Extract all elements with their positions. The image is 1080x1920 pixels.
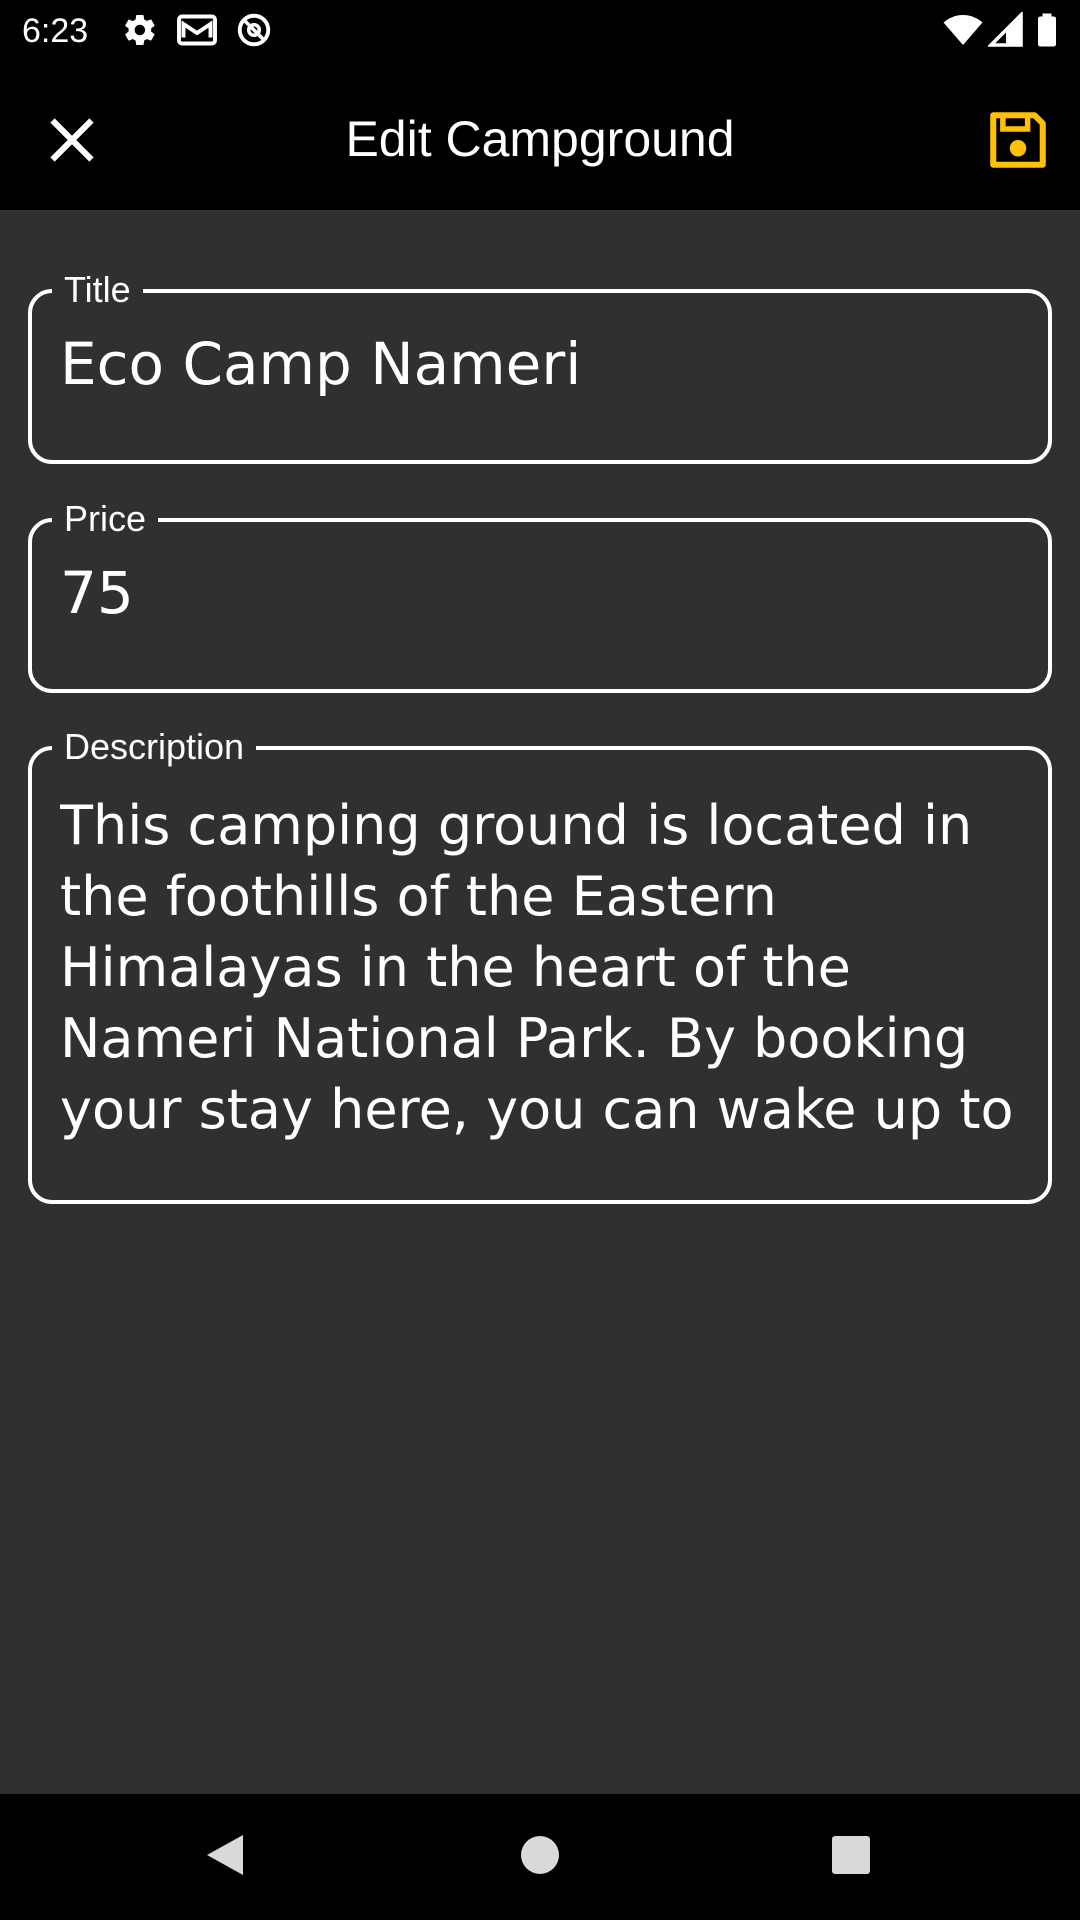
price-input[interactable] [60, 558, 1020, 629]
navigation-bar [0, 1794, 1080, 1920]
gmail-icon [176, 12, 218, 48]
app-bar: Edit Campground [0, 62, 1080, 210]
description-field-label: Description [52, 726, 257, 768]
home-button[interactable] [507, 1824, 573, 1890]
recents-button[interactable] [818, 1824, 884, 1890]
price-field[interactable]: Price [28, 498, 1052, 693]
battery-icon [1036, 12, 1058, 48]
recents-icon [831, 1835, 871, 1880]
save-button[interactable] [978, 102, 1058, 182]
description-field[interactable]: Description This camping ground is locat… [28, 726, 1052, 1204]
title-field[interactable]: Title [28, 269, 1052, 464]
wifi-icon [942, 12, 984, 48]
edit-campground-screen: 6:23 Edit Campground Title Eco Camp Name… [0, 0, 1080, 1920]
title-field-label: Title [52, 269, 143, 311]
status-bar: 6:23 [0, 0, 1080, 62]
gear-icon [122, 12, 158, 48]
description-input[interactable]: This camping ground is located in the fo… [60, 790, 1020, 1150]
at-sign-icon [236, 12, 272, 48]
signal-icon [986, 10, 1024, 48]
page-title: Edit Campground [345, 111, 735, 167]
price-field-label: Price [52, 498, 159, 540]
back-button[interactable] [192, 1824, 258, 1890]
title-input[interactable] [60, 329, 1020, 400]
status-time: 6:23 [22, 12, 89, 50]
save-icon [985, 107, 1051, 178]
home-icon [520, 1835, 560, 1880]
back-icon [203, 1831, 247, 1884]
